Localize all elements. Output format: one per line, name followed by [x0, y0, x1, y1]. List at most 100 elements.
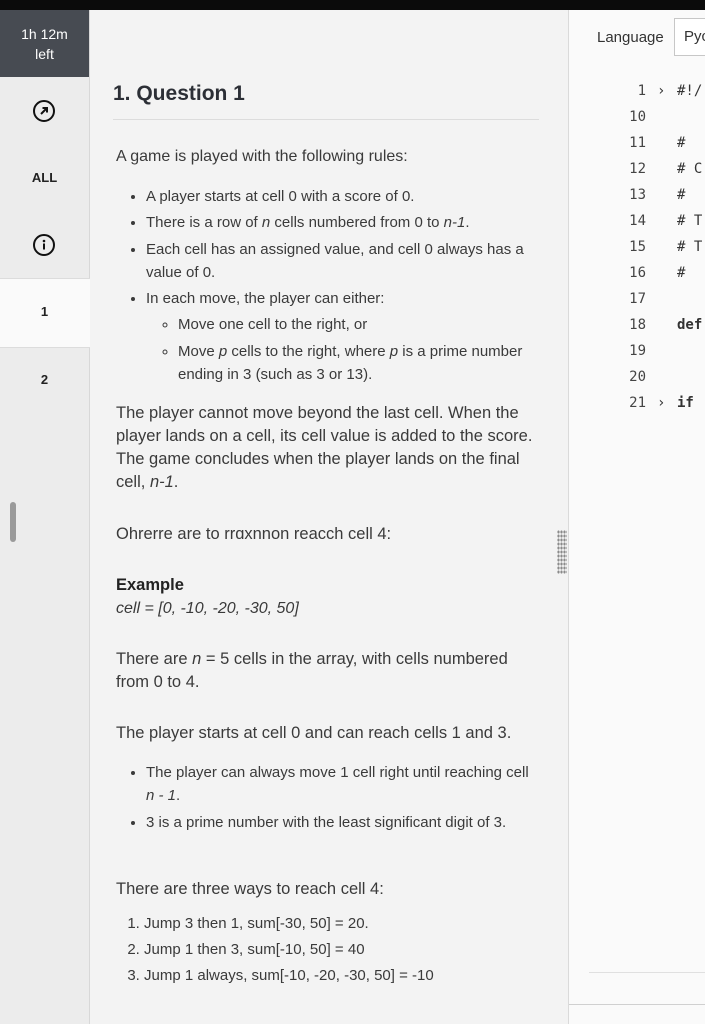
- line-number: 21: [629, 395, 646, 411]
- code-line[interactable]: 12 # C: [569, 156, 705, 182]
- rule-item: There is a row of n cells numbered from …: [146, 210, 538, 236]
- rule-text: There is a row of: [146, 214, 262, 231]
- question-sidebar: 1h 12m left ALL 1 2: [0, 10, 90, 1024]
- arrow-up-right-icon: [40, 107, 48, 115]
- sidebar-item-question-1[interactable]: 1: [0, 278, 90, 348]
- language-select[interactable]: Pyc: [674, 18, 705, 56]
- move-options-list: Move one cell to the right, or Move p ce…: [146, 312, 538, 386]
- code-line[interactable]: 17: [569, 286, 705, 312]
- rule-text: .: [465, 214, 470, 231]
- line-number: 14: [629, 213, 646, 229]
- code-text: def: [677, 317, 703, 333]
- way-item: Jump 1 always, sum[-10, -20, -30, 50] = …: [144, 963, 538, 989]
- code-line[interactable]: 13 #: [569, 182, 705, 208]
- question-body: A game is played with the following rule…: [116, 144, 538, 989]
- reach-item: 3 is a prime number with the least signi…: [146, 811, 538, 834]
- way-item: Jump 3 then 1, sum[-30, 50] = 20.: [144, 911, 538, 937]
- line-number: 10: [629, 109, 646, 125]
- code-text: # C: [677, 161, 703, 177]
- time-remaining-label: left: [35, 46, 54, 62]
- paragraph-text: .: [173, 473, 179, 491]
- code-text: #: [677, 187, 686, 203]
- code-text: # T: [677, 239, 703, 255]
- reach-text: The player can always move 1 cell right …: [146, 764, 529, 781]
- code-line[interactable]: 15 # T: [569, 234, 705, 260]
- code-line[interactable]: 14 # T: [569, 208, 705, 234]
- rule-var: n-1: [443, 214, 466, 231]
- rule-item: Each cell has an assigned value, and cel…: [146, 238, 538, 284]
- intro-text: A game is played with the following rule…: [116, 148, 408, 165]
- code-line[interactable]: 18 def: [569, 312, 705, 338]
- info-icon[interactable]: [33, 234, 55, 256]
- code-text: # T: [677, 213, 703, 229]
- code-text: #: [677, 135, 686, 151]
- editor-divider: [589, 972, 705, 973]
- title-divider: [113, 119, 539, 120]
- move-option: Move one cell to the right, or: [178, 312, 538, 338]
- info-glyph-icon: [42, 239, 46, 250]
- panel-resize-handle[interactable]: [557, 530, 567, 574]
- line-number: 13: [629, 187, 646, 203]
- code-line[interactable]: 20: [569, 364, 705, 390]
- time-remaining: 1h 12m left: [0, 10, 89, 77]
- rules-list: A player starts at cell 0 with a score o…: [116, 184, 538, 386]
- line-number: 15: [629, 239, 646, 255]
- way-item: Jump 1 then 3, sum[-10, 50] = 40: [144, 937, 538, 963]
- garbled-paragraph: Ohrerre are to rrɑxnnon reacch cell 4:: [116, 525, 392, 543]
- line-number: 16: [629, 265, 646, 281]
- code-text: #: [677, 265, 686, 281]
- ways-intro: There are three ways to reach cell 4:: [116, 880, 384, 898]
- move-text: cells to the right, where: [227, 343, 390, 360]
- move-option: Move p cells to the right, where p is a …: [178, 340, 538, 386]
- code-line[interactable]: 16 #: [569, 260, 705, 286]
- example-heading: Example: [116, 576, 184, 594]
- rule-text: cells numbered from 0 to: [270, 214, 444, 231]
- rule-item: In each move, the player can either: Mov…: [146, 286, 538, 386]
- move-var: p: [218, 343, 228, 360]
- question-title: 1. Question 1: [113, 82, 245, 105]
- paragraph-var: n: [192, 650, 202, 668]
- line-number: 12: [629, 161, 646, 177]
- paragraph-text: There are: [116, 650, 193, 668]
- sidebar-item-all[interactable]: ALL: [0, 170, 89, 185]
- line-number: 20: [629, 369, 646, 385]
- fold-chevron-icon[interactable]: ›: [657, 78, 665, 104]
- line-number: 19: [629, 343, 646, 359]
- language-label: Language: [597, 29, 664, 46]
- code-line[interactable]: 1 › #!/: [569, 78, 705, 104]
- code-line[interactable]: 11 #: [569, 130, 705, 156]
- reach-list: The player can always move 1 cell right …: [116, 761, 538, 834]
- code-editor-panel: Language Pyc 1 › #!/ 10 11 # 12 # C 13 #14 # T 15 # …: [568, 10, 705, 1024]
- start-paragraph: The player starts at cell 0 and can reac…: [116, 724, 512, 742]
- code-text: #!/: [677, 83, 703, 99]
- fold-chevron-icon[interactable]: ›: [657, 390, 665, 416]
- code-line[interactable]: 10: [569, 104, 705, 130]
- question-panel: 1. Question 1 A game is played with the …: [90, 10, 555, 1024]
- rule-item: A player starts at cell 0 with a score o…: [146, 184, 538, 210]
- ways-list: Jump 3 then 1, sum[-30, 50] = 20. Jump 1…: [116, 911, 538, 989]
- code-line[interactable]: 19: [569, 338, 705, 364]
- reach-item: The player can always move 1 cell right …: [146, 761, 538, 807]
- rule-var: n: [261, 214, 271, 231]
- line-number: 1: [637, 83, 646, 99]
- editor-footer-border: [569, 1004, 705, 1005]
- rule-text: In each move, the player can either:: [146, 290, 385, 307]
- top-bar: [0, 0, 705, 10]
- movement-paragraph: The player cannot move beyond the last c…: [116, 402, 538, 494]
- line-number: 18: [629, 317, 646, 333]
- cells-paragraph: There are n = 5 cells in the array, with…: [116, 648, 538, 694]
- time-remaining-value: 1h 12m: [21, 26, 68, 42]
- move-var: p: [389, 343, 399, 360]
- move-text: Move: [178, 343, 219, 360]
- external-link-icon[interactable]: [33, 100, 55, 122]
- reach-var: n - 1: [146, 787, 177, 804]
- sidebar-item-question-1-label: 1: [40, 304, 49, 319]
- reach-text: .: [176, 787, 181, 804]
- example-array: cell = [0, -10, -20, -30, 50]: [116, 600, 299, 617]
- code-text: if: [677, 395, 694, 411]
- sidebar-item-question-2[interactable]: 2: [0, 372, 89, 387]
- sidebar-scrollbar[interactable]: [10, 502, 16, 542]
- paragraph-text: The player cannot move beyond the last c…: [116, 404, 533, 491]
- code-line[interactable]: 21 › if: [569, 390, 705, 416]
- paragraph-var: n-1: [149, 473, 174, 491]
